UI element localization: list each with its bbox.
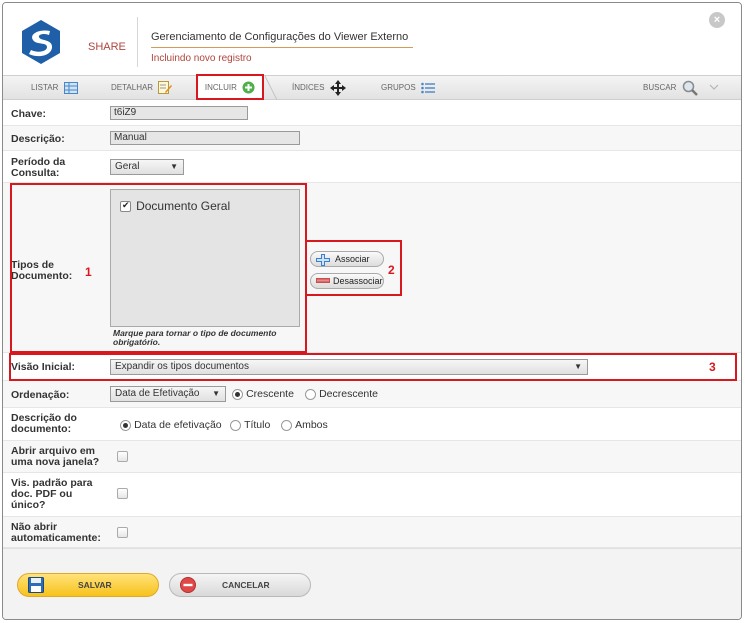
periodo-select[interactable]: Geral ▼ [110, 159, 184, 175]
vis-padrao-checkbox[interactable] [117, 488, 128, 499]
label-chave: Chave: [11, 108, 47, 120]
dropdown-arrow-icon: ▼ [170, 162, 178, 171]
move-arrows-icon [329, 79, 346, 96]
tab-buscar-label: BUSCAR [643, 83, 677, 92]
row-periodo: Período da Consulta: Geral ▼ [3, 151, 741, 183]
search-icon [682, 80, 698, 96]
decrescente-radio[interactable] [305, 388, 316, 400]
floppy-disk-icon [28, 577, 44, 593]
edit-document-icon [158, 81, 173, 95]
label-ordenacao: Ordenação: [11, 389, 70, 401]
annotation-box-3 [9, 353, 737, 381]
label-abrir-arquivo: Abrir arquivo em uma nova janela? [11, 445, 100, 468]
tab-incluir[interactable]: INCLUIR [196, 74, 264, 100]
tab-divider [265, 76, 277, 100]
cancel-circle-icon [180, 577, 196, 593]
label-descricao: Descrição: [11, 133, 65, 145]
ordenacao-value: Data de Efetivação [115, 388, 200, 399]
label-periodo: Período da Consulta: [11, 156, 66, 179]
row-chave: Chave: t6iZ9 [3, 101, 741, 126]
ambos-label: Ambos [295, 419, 328, 432]
chave-field[interactable]: t6iZ9 [110, 106, 248, 120]
tab-detalhar-label: DETALHAR [111, 83, 154, 92]
tab-listar[interactable]: LISTAR [31, 76, 78, 100]
tab-indices-label: ÍNDICES [292, 83, 325, 92]
annotation-number-2: 2 [388, 263, 395, 277]
dialog-window: SHARE Gerenciamento de Configurações do … [2, 2, 742, 620]
tab-detalhar[interactable]: DETALHAR [111, 76, 173, 100]
list-grid-icon [63, 81, 78, 94]
page-title: Gerenciamento de Configurações do Viewer… [151, 31, 413, 48]
data-efetivacao-radio[interactable] [120, 419, 131, 431]
tab-indices[interactable]: ÍNDICES [292, 76, 346, 100]
radio-crescente[interactable]: Crescente [232, 388, 294, 400]
tab-listar-label: LISTAR [31, 83, 59, 92]
save-button[interactable]: SALVAR [17, 573, 159, 597]
data-efetivacao-label: Data de efetivação [134, 419, 222, 432]
tab-incluir-label: INCLUIR [204, 83, 237, 92]
cancel-label: CANCELAR [222, 580, 270, 590]
brand-name: SHARE [88, 41, 126, 53]
titulo-label: Título [244, 419, 271, 432]
row-abrir-arquivo: Abrir arquivo em uma nova janela? [3, 441, 741, 473]
titulo-radio[interactable] [230, 419, 241, 431]
header-divider [137, 17, 138, 67]
annotation-box-1 [10, 183, 307, 353]
add-circle-icon [242, 81, 255, 94]
descricao-field[interactable]: Manual [110, 131, 300, 145]
label-vis-padrao: Vis. padrão para doc. PDF ou único? [11, 477, 93, 511]
tab-buscar[interactable]: BUSCAR [643, 76, 720, 100]
annotation-number-3: 3 [709, 360, 716, 374]
header: SHARE Gerenciamento de Configurações do … [3, 3, 741, 73]
periodo-value: Geral [115, 161, 140, 172]
radio-data-efetivacao[interactable]: Data de efetivação [120, 419, 222, 431]
crescente-label: Crescente [246, 388, 294, 401]
share-logo-icon [22, 20, 60, 64]
ambos-radio[interactable] [281, 419, 292, 431]
row-descricao: Descrição: Manual [3, 126, 741, 151]
label-nao-abrir: Não abrir automaticamente: [11, 521, 101, 544]
page-subtitle: Incluindo novo registro [151, 53, 252, 64]
row-descricao-documento: Descrição do documento: Data de efetivaç… [3, 408, 741, 441]
close-icon[interactable]: × [709, 12, 725, 28]
tab-grupos[interactable]: GRUPOS [381, 76, 435, 100]
label-descricao-documento: Descrição do documento: [11, 412, 77, 435]
chevron-down-icon[interactable] [708, 83, 720, 93]
crescente-radio[interactable] [232, 388, 243, 400]
tab-grupos-label: GRUPOS [381, 83, 416, 92]
radio-ambos[interactable]: Ambos [281, 419, 328, 431]
row-nao-abrir: Não abrir automaticamente: [3, 517, 741, 548]
radio-titulo[interactable]: Título [230, 419, 270, 431]
decrescente-label: Decrescente [319, 388, 379, 401]
save-label: SALVAR [78, 580, 112, 590]
nao-abrir-checkbox[interactable] [117, 527, 128, 538]
abrir-arquivo-checkbox[interactable] [117, 451, 128, 462]
row-ordenacao: Ordenação: Data de Efetivação ▼ Crescent… [3, 381, 741, 408]
tab-bar: LISTAR DETALHAR INCLUIR ÍNDICES GRUPOS B… [3, 74, 741, 100]
row-vis-padrao: Vis. padrão para doc. PDF ou único? [3, 473, 741, 517]
footer-bar: SALVAR CANCELAR [3, 548, 741, 619]
ordenacao-select[interactable]: Data de Efetivação ▼ [110, 386, 226, 402]
group-list-icon [421, 82, 435, 94]
cancel-button[interactable]: CANCELAR [169, 573, 311, 597]
radio-decrescente[interactable]: Decrescente [305, 388, 378, 400]
dropdown-arrow-icon: ▼ [212, 389, 220, 398]
